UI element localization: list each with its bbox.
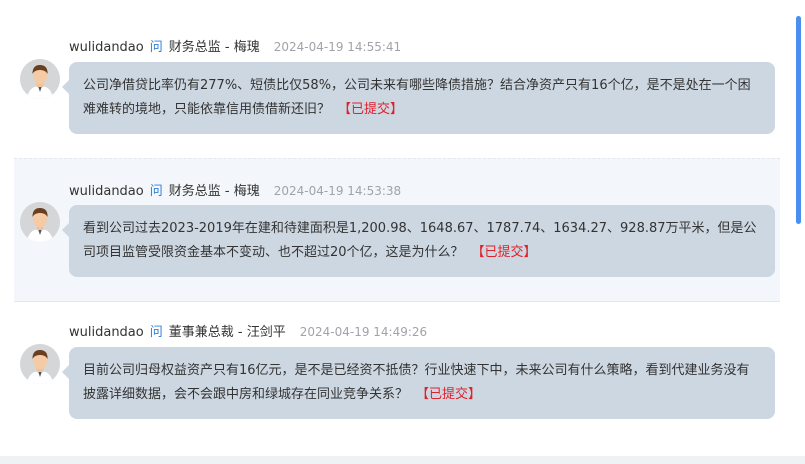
question-item: wulidandao 问财务总监 - 梅瑰 2024-04-19 14:53:38 … [14,158,780,302]
question-text: 公司净借贷比率仍有277%、短债比仅58%，公司未来有哪些降债措施？结合净资产只… [83,78,751,117]
ask-marker: 问 [149,40,163,55]
status-badge: 【已提交】 [416,387,482,402]
status-badge: 【已提交】 [471,245,537,260]
question-bubble: 公司净借贷比率仍有277%、短债比仅58%，公司未来有哪些降债措施？结合净资产只… [62,62,775,134]
status-badge: 【已提交】 [338,102,404,117]
question-time: 2024-04-19 14:55:41 [273,40,402,54]
question-time: 2024-04-19 14:49:26 [299,325,428,339]
vertical-scrollbar[interactable] [791,0,805,464]
question-target: 财务总监 - 梅瑰 [168,40,260,55]
question-bubble: 看到公司过去2023-2019年在建和待建面积是1,200.98、1648.67… [62,205,775,277]
question-item: wulidandao 问财务总监 - 梅瑰 2024-04-19 14:55:41 … [14,0,780,158]
question-username[interactable]: wulidandao [69,40,144,55]
bottom-divider [0,456,805,464]
question-username[interactable]: wulidandao [69,184,144,199]
question-time: 2024-04-19 14:53:38 [273,184,402,198]
question-bubble: 目前公司归母权益资产只有16亿元，是不是已经资不抵债？行业快速下中，未来公司有什… [62,347,775,419]
question-target: 董事兼总裁 - 汪剑平 [168,325,286,340]
ask-marker: 问 [149,325,163,340]
question-meta: wulidandao 问财务总监 - 梅瑰 2024-04-19 14:55:41 [69,38,401,56]
user-avatar-icon[interactable] [20,202,60,242]
question-target: 财务总监 - 梅瑰 [168,184,260,199]
scrollbar-thumb[interactable] [796,16,801,224]
user-avatar-icon[interactable] [20,59,60,99]
question-meta: wulidandao 问董事兼总裁 - 汪剑平 2024-04-19 14:49:2… [69,323,427,341]
user-avatar-icon[interactable] [20,344,60,384]
qa-list-viewport: wulidandao 问财务总监 - 梅瑰 2024-04-19 14:55:41 … [0,0,805,464]
question-item: wulidandao 问董事兼总裁 - 汪剑平 2024-04-19 14:49:2… [14,301,780,451]
question-username[interactable]: wulidandao [69,325,144,340]
question-text: 看到公司过去2023-2019年在建和待建面积是1,200.98、1648.67… [83,221,757,260]
ask-marker: 问 [149,184,163,199]
question-meta: wulidandao 问财务总监 - 梅瑰 2024-04-19 14:53:38 [69,182,401,200]
